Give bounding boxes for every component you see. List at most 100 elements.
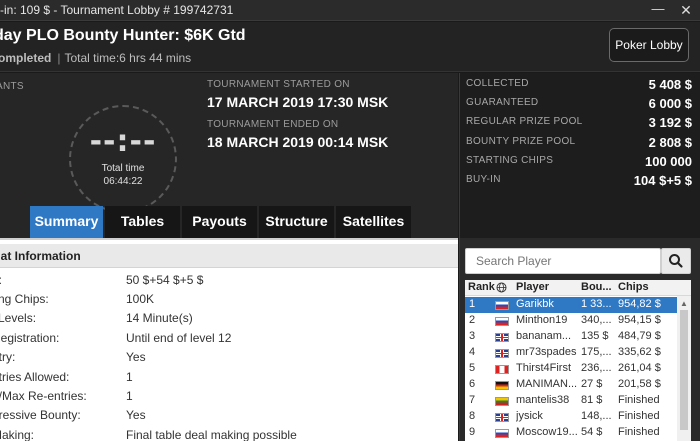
- player-bounty: 148,...: [581, 410, 612, 422]
- info-row: Registration: Until end of level 12: [0, 329, 458, 348]
- player-row[interactable]: 2 Minthon19 340,... 954,15 $: [465, 313, 677, 329]
- ru-flag-icon: [495, 301, 509, 310]
- tab-satellites[interactable]: Satellites: [336, 206, 411, 238]
- stat-regular-prize-pool: REGULAR PRIZE POOL 3 192 $: [466, 115, 692, 131]
- player-name: Moscow19...: [516, 426, 578, 438]
- player-chips: 335,62 $: [618, 346, 661, 358]
- player-row[interactable]: 5 Thirst4First 236,... 261,04 $: [465, 361, 677, 377]
- player-row[interactable]: 6 MANIMAN... 27 $ 201,58 $: [465, 377, 677, 393]
- info-value: Until end of level 12: [126, 331, 232, 345]
- stat-starting-chips: STARTING CHIPS 100 000: [466, 154, 692, 170]
- ended-label: TOURNAMENT ENDED ON: [207, 119, 339, 130]
- info-key: n:: [0, 273, 2, 287]
- search-icon[interactable]: [661, 248, 691, 274]
- info-row: Making: Final table deal making possible: [0, 426, 458, 441]
- player-bounty: 1 33...: [581, 298, 612, 310]
- info-value: Yes: [126, 350, 146, 364]
- started-value: 17 MARCH 2019 17:30 MSK: [207, 94, 389, 110]
- timer-dial: --:-- Total time 06:44:22: [69, 105, 177, 213]
- info-row: d/Max Re-entries: 1: [0, 387, 458, 406]
- tournament-dates: TOURNAMENT STARTED ON 17 MARCH 2019 17:3…: [207, 79, 388, 150]
- tab-payouts[interactable]: Payouts: [182, 206, 257, 238]
- info-key: Registration:: [0, 331, 60, 345]
- tournament-header: day PLO Bounty Hunter: $6K Gtd ompleted |…: [0, 22, 700, 72]
- search-player-input[interactable]: [465, 248, 661, 274]
- status-text: ompleted: [0, 51, 52, 65]
- player-chips: 261,04 $: [618, 362, 661, 374]
- stat-value: 6 000 $: [648, 96, 692, 111]
- player-bounty: 54 $: [581, 426, 603, 438]
- minimize-icon[interactable]: —: [650, 2, 666, 18]
- col-bounty[interactable]: Bou...: [581, 281, 612, 293]
- info-value: 100K: [126, 292, 155, 306]
- player-chips: Finished: [618, 394, 660, 406]
- player-bounty: 340,...: [581, 314, 612, 326]
- info-value: 1: [126, 389, 133, 403]
- stat-label: BUY-IN: [466, 174, 501, 185]
- stat-value: 100 000: [645, 154, 692, 169]
- player-name: mantelis38: [516, 394, 570, 406]
- info-key: ntry:: [0, 350, 16, 364]
- info-value: 50 $+54 $+5 $: [126, 273, 204, 287]
- player-rank: 8: [469, 410, 476, 422]
- player-row[interactable]: 1 Garikbk 1 33... 954,82 $: [465, 297, 677, 313]
- entrants-label: ANTS: [0, 81, 24, 92]
- info-row: ting Chips: 100K: [0, 290, 458, 309]
- col-chips[interactable]: Chips: [618, 281, 649, 293]
- info-row: n: 50 $+54 $+5 $: [0, 271, 458, 290]
- player-chips: 484,79 $: [618, 330, 661, 342]
- ru-flag-icon: [495, 317, 509, 326]
- timer-label: Total time: [101, 163, 145, 174]
- player-row[interactable]: 3 bananam... 135 $ 484,79 $: [465, 329, 677, 345]
- stat-value: 3 192 $: [648, 115, 692, 130]
- player-bounty: 175,...: [581, 346, 612, 358]
- tab-summary[interactable]: Summary: [30, 206, 103, 238]
- col-player[interactable]: Player: [516, 281, 549, 293]
- player-table-header: Rank Player Bou... Chips: [465, 280, 691, 296]
- player-name: MANIMAN...: [516, 378, 578, 390]
- ru-flag-icon: [495, 429, 509, 438]
- stat-buy-in: BUY-IN 104 $+5 $: [466, 173, 692, 189]
- de-flag-icon: [495, 381, 509, 390]
- player-list-panel: Rank Player Bou... Chips 1 Garikbk 1 33...…: [459, 238, 700, 441]
- player-rank: 9: [469, 426, 476, 438]
- player-rank: 5: [469, 362, 476, 374]
- scrollbar[interactable]: ▲: [677, 296, 691, 441]
- gb-flag-icon: [495, 413, 509, 422]
- scrollbar-thumb[interactable]: [680, 310, 688, 430]
- player-chips: Finished: [618, 426, 660, 438]
- info-key: d/Max Re-entries:: [0, 389, 87, 403]
- col-rank[interactable]: Rank: [468, 281, 495, 293]
- player-name: bananam...: [516, 330, 572, 342]
- poker-lobby-button[interactable]: Poker Lobby: [609, 28, 689, 62]
- player-bounty: 236,...: [581, 362, 612, 374]
- stat-value: 5 408 $: [648, 77, 692, 92]
- title-bar: y-in: 109 $ - Tournament Lobby # 1997427…: [0, 0, 700, 21]
- player-chips: Finished: [618, 410, 660, 422]
- info-value: Yes: [126, 408, 146, 422]
- tournament-status-line: ompleted | Total time:6 hrs 44 mins: [0, 51, 192, 65]
- player-row[interactable]: 8 jysick 148,... Finished: [465, 409, 677, 425]
- globe-icon[interactable]: [496, 282, 507, 296]
- section-header: mat Information: [0, 244, 458, 268]
- player-name: mr73spades: [516, 346, 577, 358]
- ended-value: 18 MARCH 2019 00:14 MSK: [207, 134, 389, 150]
- player-row[interactable]: 7 mantelis38 81 $ Finished: [465, 393, 677, 409]
- stat-label: STARTING CHIPS: [466, 155, 554, 166]
- player-row[interactable]: 4 mr73spades 175,... 335,62 $: [465, 345, 677, 361]
- section-title: mat Information: [0, 249, 81, 263]
- player-table: Rank Player Bou... Chips 1 Garikbk 1 33...…: [465, 280, 691, 441]
- ca-flag-icon: [495, 365, 509, 374]
- tournament-name: day PLO Bounty Hunter: $6K Gtd: [0, 27, 246, 44]
- scroll-up-icon[interactable]: ▲: [680, 299, 688, 308]
- close-icon[interactable]: ✕: [678, 2, 694, 18]
- player-row[interactable]: 9 Moscow19... 54 $ Finished: [465, 425, 677, 441]
- total-time-text: Total time:6 hrs 44 mins: [64, 51, 192, 65]
- player-rank: 3: [469, 330, 476, 342]
- lt-flag-icon: [495, 397, 509, 406]
- info-value: Final table deal making possible: [126, 428, 297, 441]
- info-key: gressive Bounty:: [0, 408, 81, 422]
- tab-tables[interactable]: Tables: [105, 206, 180, 238]
- tab-structure[interactable]: Structure: [259, 206, 334, 238]
- player-chips: 201,58 $: [618, 378, 661, 390]
